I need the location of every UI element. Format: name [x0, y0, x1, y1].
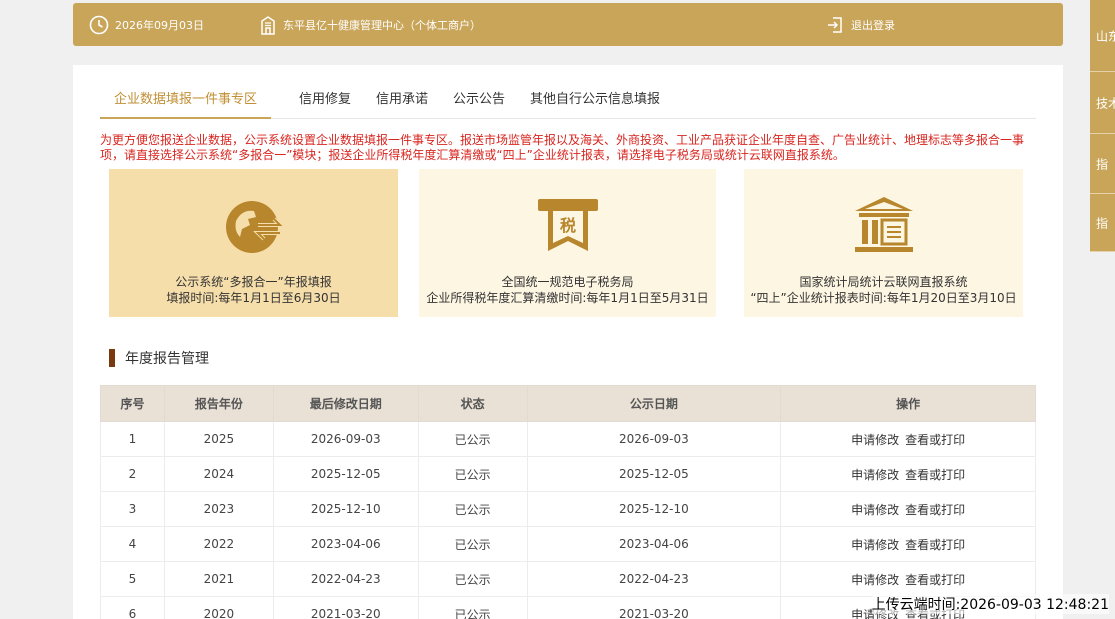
table-header-row: 序号 报告年份 最后修改日期 状态 公示日期 操作: [100, 385, 1036, 422]
card-annual-report[interactable]: 公示系统“多报合一”年报填报 填报时间:每年1月1日至6月30日: [109, 169, 398, 317]
col-header-status: 状态: [417, 385, 528, 422]
cell-index: 6: [100, 596, 165, 619]
cell-year: 2024: [163, 456, 274, 492]
upload-time-watermark: 上传云端时间:2026-09-03 12:48:21: [871, 594, 1109, 614]
view-print-link[interactable]: 查看或打印: [905, 573, 965, 587]
apply-edit-link[interactable]: 申请修改: [851, 433, 899, 447]
cell-modified: 2021-03-20: [272, 596, 419, 619]
date-display: 2026年09月03日: [89, 3, 204, 46]
side-tab-strip: 山东 技术 指 指: [1090, 0, 1115, 252]
cell-year: 2022: [163, 526, 274, 562]
tax-icon-label: 税: [559, 216, 575, 235]
side-tab-3[interactable]: 指: [1090, 134, 1115, 194]
side-tab-1[interactable]: 山东: [1090, 0, 1115, 72]
card-statistics-bureau[interactable]: 国家统计局统计云联网直报系统 “四上”企业统计报表时间:每年1月20日至3月10…: [744, 169, 1023, 317]
section-title: 年度报告管理: [109, 349, 209, 367]
view-print-link[interactable]: 查看或打印: [905, 538, 965, 552]
cell-publish-date: 2022-04-23: [526, 561, 782, 597]
table-row: 4 2022 2023-04-06 已公示 2023-04-06 申请修改 查看或打印: [100, 526, 1036, 562]
cell-actions: 申请修改查看或打印: [780, 526, 1036, 562]
cell-year: 2021: [163, 561, 274, 597]
card-annual-report-title: 公示系统“多报合一”年报填报: [175, 275, 332, 289]
cell-index: 3: [100, 491, 165, 527]
cell-status: 已公示: [417, 456, 528, 492]
col-header-year: 报告年份: [163, 385, 274, 422]
side-tab-4[interactable]: 指: [1090, 194, 1115, 252]
tab-bar: 企业数据填报一件事专区 信用修复 信用承诺 公示公告 其他自行公示信息填报: [100, 81, 1036, 119]
apply-edit-link[interactable]: 申请修改: [851, 573, 899, 587]
cell-index: 4: [100, 526, 165, 562]
tab-data-filing[interactable]: 企业数据填报一件事专区: [100, 81, 272, 119]
cell-status: 已公示: [417, 421, 528, 457]
view-print-link[interactable]: 查看或打印: [905, 468, 965, 482]
cell-index: 1: [100, 421, 165, 457]
org-display: 东平县亿十健康管理中心（个体工商户）: [259, 3, 481, 46]
cell-status: 已公示: [417, 596, 528, 619]
current-date: 2026年09月03日: [115, 18, 204, 32]
building-icon: [261, 15, 275, 35]
cell-year: 2020: [163, 596, 274, 619]
notice-text: 为更方便您报送企业数据，公示系统设置企业数据填报一件事专区。报送市场监管年报以及…: [100, 133, 1025, 162]
view-print-link[interactable]: 查看或打印: [905, 433, 965, 447]
table-row: 1 2025 2026-09-03 已公示 2026-09-03 申请修改 查看或打印: [100, 421, 1036, 457]
tax-icon: 税: [537, 199, 598, 251]
cell-publish-date: 2023-04-06: [526, 526, 782, 562]
main-panel: 企业数据填报一件事专区 信用修复 信用承诺 公示公告 其他自行公示信息填报 为更…: [73, 65, 1063, 619]
cell-modified: 2026-09-03: [272, 421, 419, 457]
cell-actions: 申请修改查看或打印: [780, 491, 1036, 527]
apply-edit-link[interactable]: 申请修改: [851, 503, 899, 517]
cell-modified: 2022-04-23: [272, 561, 419, 597]
col-header-modified: 最后修改日期: [272, 385, 419, 422]
table-row: 5 2021 2022-04-23 已公示 2022-04-23 申请修改 查看或打印: [100, 561, 1036, 597]
cell-modified: 2023-04-06: [272, 526, 419, 562]
table-row: 2 2024 2025-12-05 已公示 2025-12-05 申请修改 查看或打印: [100, 456, 1036, 492]
cell-status: 已公示: [417, 561, 528, 597]
cell-publish-date: 2021-03-20: [526, 596, 782, 619]
cell-publish-date: 2025-12-10: [526, 491, 782, 527]
cell-status: 已公示: [417, 491, 528, 527]
cell-index: 2: [100, 456, 165, 492]
cell-actions: 申请修改查看或打印: [780, 561, 1036, 597]
cell-actions: 申请修改查看或打印: [780, 421, 1036, 457]
cell-publish-date: 2026-09-03: [526, 421, 782, 457]
side-tab-2[interactable]: 技术: [1090, 72, 1115, 134]
card-tax-bureau[interactable]: 税 全国统一规范电子税务局 企业所得税年度汇算清缴时间:每年1月1日至5月31日: [419, 169, 716, 317]
tab-credit-repair[interactable]: 信用修复: [299, 81, 351, 119]
card-tax-bureau-time: 企业所得税年度汇算清缴时间:每年1月1日至5月31日: [426, 291, 709, 305]
cell-status: 已公示: [417, 526, 528, 562]
card-statistics-bureau-title: 国家统计局统计云联网直报系统: [799, 275, 968, 289]
card-tax-bureau-title: 全国统一规范电子税务局: [501, 275, 634, 289]
logout-button[interactable]: 退出登录: [825, 3, 895, 46]
tab-credit-commitment[interactable]: 信用承诺: [376, 81, 428, 119]
cell-year: 2025: [163, 421, 274, 457]
cell-index: 5: [100, 561, 165, 597]
table-row: 3 2023 2025-12-10 已公示 2025-12-10 申请修改 查看或打印: [100, 491, 1036, 527]
cell-modified: 2025-12-10: [272, 491, 419, 527]
col-header-actions: 操作: [780, 385, 1036, 422]
logout-label: 退出登录: [851, 18, 895, 32]
org-name: 东平县亿十健康管理中心（个体工商户）: [283, 18, 481, 32]
apply-edit-link[interactable]: 申请修改: [851, 468, 899, 482]
col-header-index: 序号: [100, 385, 165, 422]
top-bar: 2026年09月03日 东平县亿十健康管理中心（个体工商户） 退出登录: [73, 3, 1063, 46]
cell-actions: 申请修改查看或打印: [780, 456, 1036, 492]
tab-other-info[interactable]: 其他自行公示信息填报: [530, 81, 660, 119]
government-building-icon: [854, 197, 913, 252]
clock-icon: [89, 15, 109, 34]
tab-announcements[interactable]: 公示公告: [453, 81, 505, 119]
apply-edit-link[interactable]: 申请修改: [851, 538, 899, 552]
cell-publish-date: 2025-12-05: [526, 456, 782, 492]
section-title-marker: [109, 349, 115, 367]
card-statistics-bureau-time: “四上”企业统计报表时间:每年1月20日至3月10日: [750, 291, 1017, 305]
cell-year: 2023: [163, 491, 274, 527]
logout-icon: [828, 16, 842, 33]
annual-report-table: 序号 报告年份 最后修改日期 状态 公示日期 操作 1 2025 2026-09-0…: [100, 385, 1036, 619]
card-annual-report-time: 填报时间:每年1月1日至6月30日: [166, 291, 341, 305]
report-exchange-icon: [225, 201, 285, 253]
view-print-link[interactable]: 查看或打印: [905, 503, 965, 517]
cell-modified: 2025-12-05: [272, 456, 419, 492]
section-title-text: 年度报告管理: [125, 351, 209, 367]
col-header-publish-date: 公示日期: [526, 385, 782, 422]
